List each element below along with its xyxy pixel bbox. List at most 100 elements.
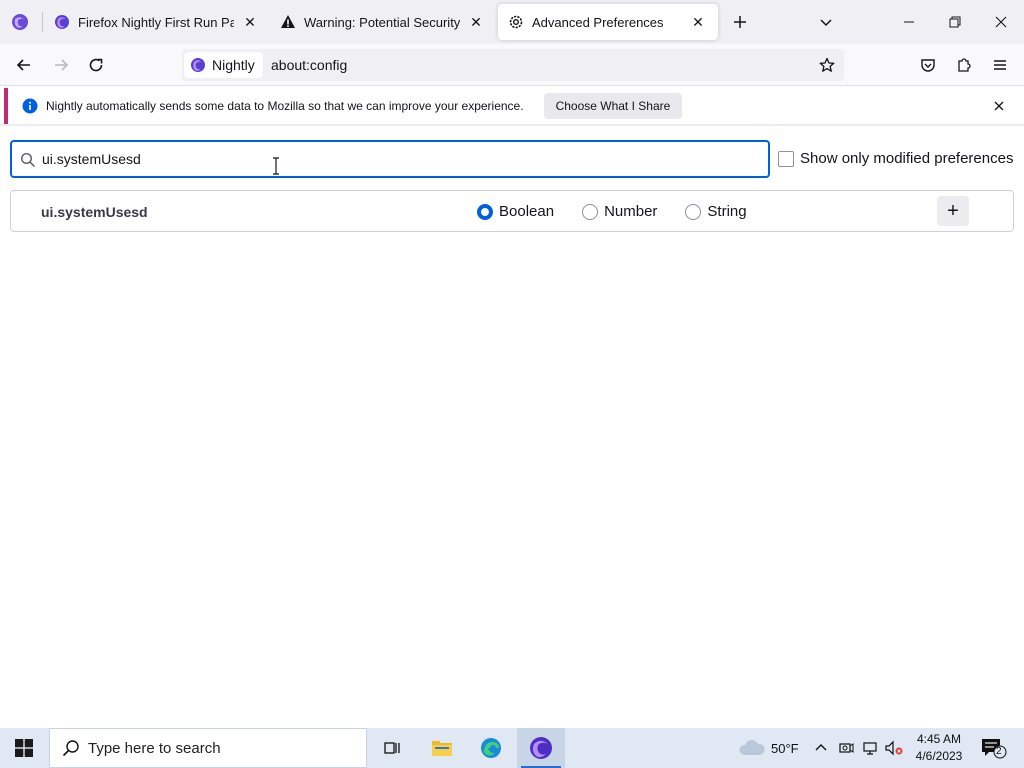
list-all-tabs-button[interactable] [812, 8, 840, 36]
app-menu-button[interactable] [985, 50, 1015, 80]
close-tab-icon[interactable]: ✕ [466, 12, 486, 32]
firefox-nightly-taskbar-button[interactable] [517, 728, 565, 768]
hamburger-menu-icon [994, 60, 1006, 70]
reload-icon [89, 58, 103, 72]
notification-speech-bubble-icon [982, 739, 1007, 759]
clock-time: 4:45 AM [916, 732, 962, 746]
radio-button[interactable] [685, 203, 702, 220]
show-modified-toggle[interactable]: Show only modified preferences [778, 150, 1013, 167]
preference-search-input[interactable] [42, 148, 752, 170]
show-modified-checkbox[interactable] [778, 150, 794, 167]
choose-what-i-share-button[interactable]: Choose What I Share [543, 93, 683, 119]
tab-first-run[interactable]: Firefox Nightly First Run Page ✕ [44, 4, 270, 40]
puzzle-piece-icon [958, 58, 971, 72]
back-button[interactable] [9, 50, 39, 80]
type-label: Number [604, 203, 658, 220]
radio-button-selected[interactable] [477, 203, 493, 220]
chevron-down-icon [820, 19, 832, 27]
file-explorer-button[interactable] [418, 728, 466, 768]
camera-icon [839, 743, 854, 753]
meet-now-button[interactable] [838, 728, 854, 768]
notification-count: 2 [996, 746, 1002, 757]
type-label: String [707, 203, 747, 220]
restore-button[interactable] [932, 0, 978, 44]
folder-icon [432, 741, 452, 756]
preference-type-group: Boolean Number String [477, 203, 775, 220]
nightly-logo-icon [191, 58, 205, 72]
show-hidden-icons-button[interactable] [814, 728, 828, 768]
preference-search-box[interactable] [10, 140, 770, 178]
cloud-icon [739, 740, 765, 755]
type-radio-boolean[interactable]: Boolean [477, 203, 554, 220]
close-notification-button[interactable] [990, 97, 1008, 115]
text-cursor-icon [273, 157, 279, 175]
url-bar[interactable]: Nightly about:config [182, 49, 844, 81]
plus-icon [734, 16, 746, 28]
volume-button[interactable] [884, 728, 904, 768]
identity-box[interactable]: Nightly [184, 52, 263, 78]
type-label: Boolean [499, 203, 555, 220]
network-icon [863, 742, 877, 755]
close-icon [994, 101, 1004, 111]
preference-name: ui.systemUsesd [41, 204, 148, 220]
start-button[interactable] [0, 728, 48, 768]
weather-widget[interactable]: 50°F [738, 728, 799, 768]
forward-arrow-icon [55, 59, 69, 71]
notification-center-button[interactable]: 2 [978, 734, 1008, 762]
pocket-button[interactable] [913, 50, 943, 80]
gear-icon [508, 14, 524, 30]
volume-muted-icon [885, 740, 903, 756]
firefox-view-button[interactable] [0, 0, 40, 44]
taskbar-search-placeholder: Type here to search [88, 739, 221, 757]
close-window-button[interactable] [978, 0, 1024, 44]
warning-icon [280, 14, 296, 30]
restore-icon [949, 16, 961, 28]
back-arrow-icon [16, 59, 30, 71]
search-icon [20, 152, 36, 168]
taskbar-clock[interactable]: 4:45 AM 4/6/2023 [904, 731, 974, 765]
task-view-icon [384, 742, 400, 754]
clock-date: 4/6/2023 [915, 749, 963, 763]
close-tab-icon[interactable]: ✕ [240, 12, 260, 32]
tab-advanced-preferences[interactable]: Advanced Preferences ✕ [498, 4, 718, 40]
pocket-icon [921, 59, 935, 72]
close-tab-icon[interactable]: ✕ [688, 12, 708, 32]
notification-message: Nightly automatically sends some data to… [46, 99, 524, 113]
edge-browser-button[interactable] [467, 728, 515, 768]
minimize-button[interactable] [886, 0, 932, 44]
minimize-icon [904, 21, 914, 23]
close-icon [995, 16, 1007, 28]
windows-logo-icon [15, 739, 33, 757]
star-icon [819, 57, 835, 72]
nightly-icon [530, 737, 552, 759]
search-icon [62, 740, 79, 757]
show-modified-label: Show only modified preferences [800, 150, 1014, 167]
weather-temperature: 50°F [771, 740, 799, 756]
extensions-button[interactable] [949, 50, 979, 80]
new-tab-button[interactable] [726, 8, 754, 36]
task-view-button[interactable] [368, 728, 416, 768]
identity-label: Nightly [212, 57, 255, 73]
windows-taskbar: Type here to search 50°F 4:45 AM 4/6/202… [0, 728, 1024, 768]
tab-label: Firefox Nightly First Run Page [78, 14, 234, 30]
chevron-up-icon [815, 744, 827, 751]
new-preference-row: ui.systemUsesd Boolean Number String + [10, 190, 1014, 232]
edge-icon [481, 738, 501, 758]
nightly-icon [54, 14, 70, 30]
radio-button[interactable] [582, 203, 599, 220]
notification-divider [0, 124, 1024, 126]
tab-label: Warning: Potential Security Risk Ahead [304, 14, 460, 30]
navigation-toolbar: Nightly about:config [0, 44, 1024, 86]
url-text[interactable]: about:config [271, 57, 347, 73]
network-button[interactable] [862, 728, 880, 768]
forward-button[interactable] [46, 50, 76, 80]
reload-button[interactable] [81, 50, 111, 80]
taskbar-search-box[interactable]: Type here to search [49, 728, 367, 768]
type-radio-string[interactable]: String [685, 203, 747, 220]
add-preference-button[interactable]: + [937, 196, 969, 226]
type-radio-number[interactable]: Number [582, 203, 657, 220]
data-reporting-notification: Nightly automatically sends some data to… [4, 88, 1020, 124]
bookmark-star-button[interactable] [814, 52, 840, 78]
tab-security-warning[interactable]: Warning: Potential Security Risk Ahead ✕ [270, 4, 496, 40]
tab-separator [42, 12, 43, 32]
